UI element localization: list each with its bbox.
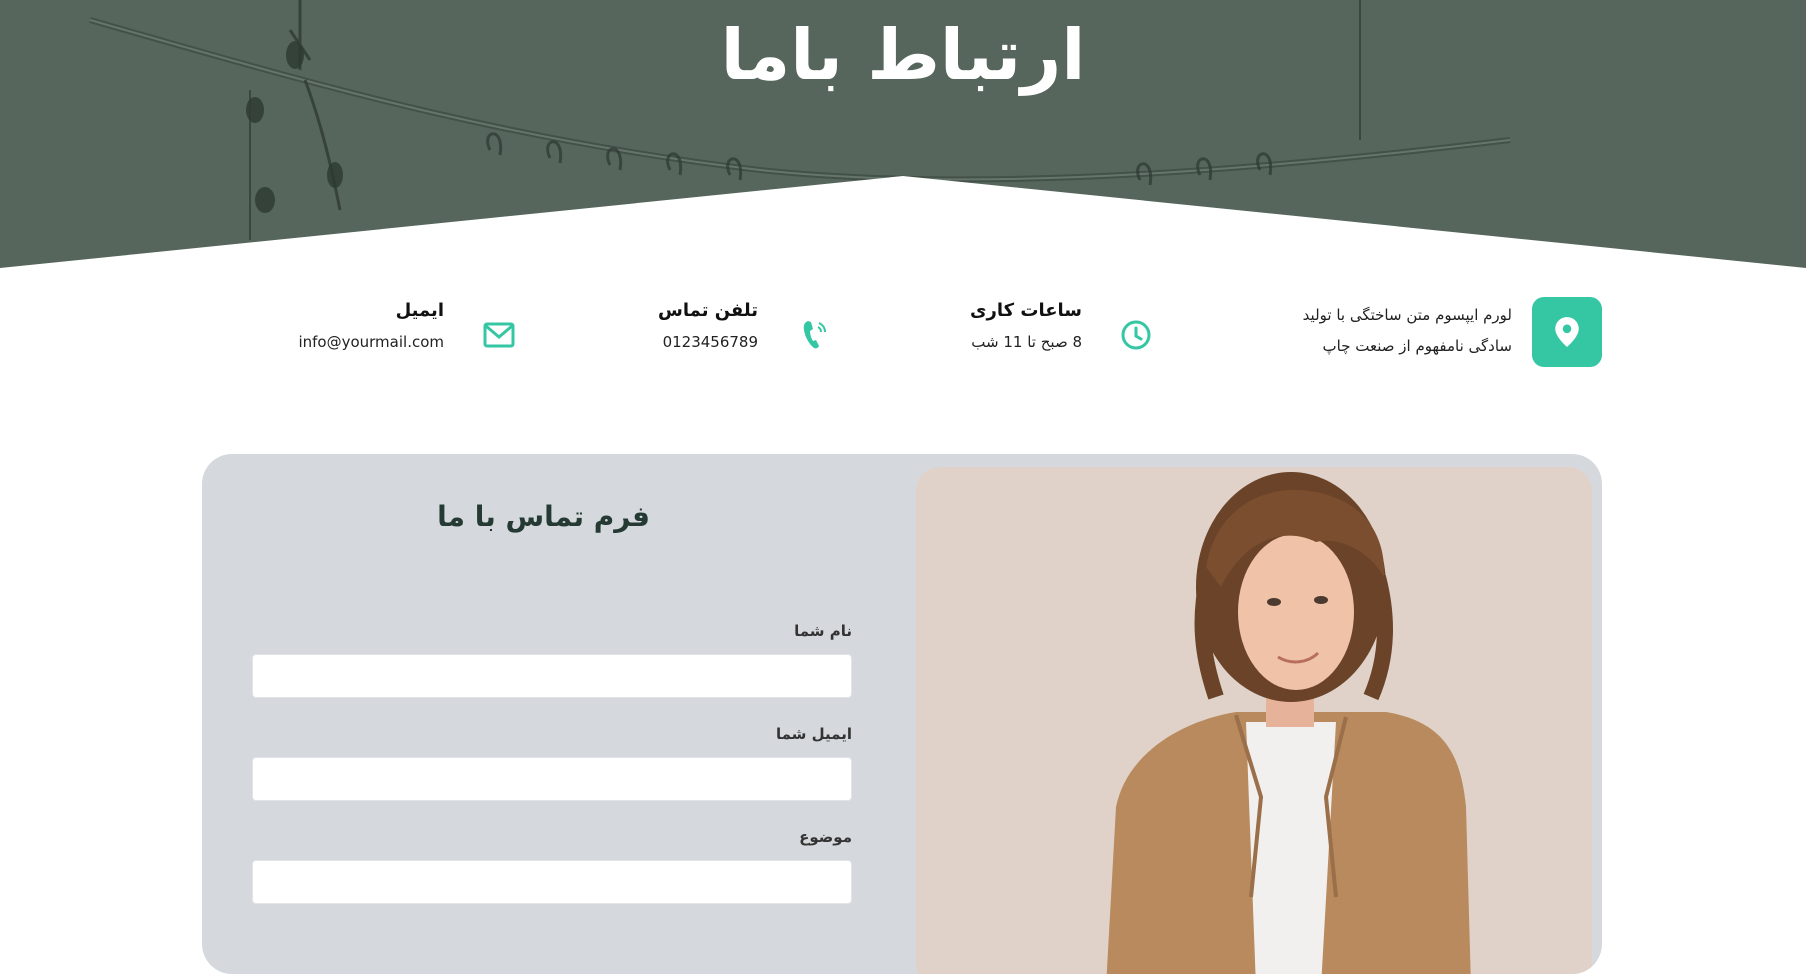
map-pin-icon bbox=[1555, 317, 1579, 347]
email-block: ایمیل info@yourmail.com bbox=[240, 298, 444, 360]
location-badge bbox=[1532, 297, 1602, 367]
email-label: ایمیل شما bbox=[775, 725, 852, 743]
subject-field[interactable] bbox=[252, 860, 852, 904]
name-field[interactable] bbox=[252, 654, 852, 698]
address-line-2: سادگی نامفهوم از صنعت چاپ bbox=[1322, 337, 1512, 355]
phone-block: تلفن تماس 0123456789 bbox=[580, 298, 758, 360]
person-photo bbox=[916, 467, 1592, 974]
hero-banner: ارتباط باما bbox=[0, 0, 1806, 270]
address-block: لورم ایپسوم متن ساختگی با تولید سادگی نا… bbox=[1200, 300, 1512, 362]
email-title: ایمیل bbox=[395, 300, 444, 321]
address-line-1: لورم ایپسوم متن ساختگی با تولید bbox=[1302, 306, 1512, 324]
envelope-icon bbox=[483, 322, 515, 348]
clock-icon bbox=[1121, 320, 1151, 350]
hours-icon-wrap bbox=[1119, 318, 1153, 352]
email-value[interactable]: info@yourmail.com bbox=[240, 324, 444, 360]
phone-icon-wrap bbox=[797, 316, 831, 352]
subject-label: موضوع bbox=[799, 828, 852, 846]
email-field[interactable] bbox=[252, 757, 852, 801]
page-title: ارتباط باما bbox=[720, 14, 1086, 96]
email-icon-wrap bbox=[481, 318, 517, 352]
contact-photo bbox=[916, 467, 1592, 974]
hours-block: ساعات کاری 8 صبح تا 11 شب bbox=[900, 298, 1082, 360]
phone-icon bbox=[803, 321, 826, 349]
hours-value: 8 صبح تا 11 شب bbox=[971, 333, 1082, 351]
phone-title: تلفن تماس bbox=[658, 300, 758, 321]
form-title: فرم تماس با ما bbox=[437, 500, 650, 533]
hours-title: ساعات کاری bbox=[970, 300, 1082, 321]
name-label: نام شما bbox=[794, 622, 852, 640]
phone-value[interactable]: 0123456789 bbox=[580, 324, 758, 360]
